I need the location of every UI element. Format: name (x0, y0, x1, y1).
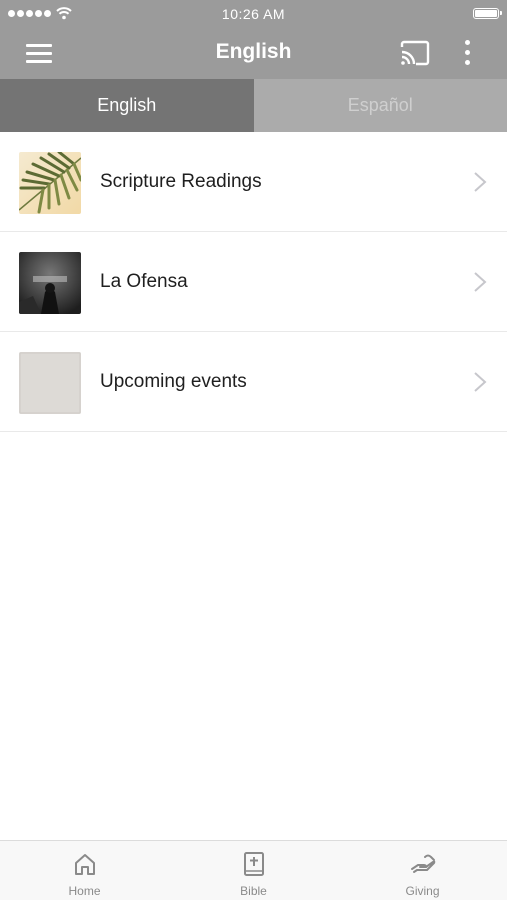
menu-button[interactable] (22, 40, 56, 66)
status-time: 10:26 AM (221, 6, 286, 22)
app-bar: English (0, 28, 507, 79)
bible-icon (243, 852, 264, 876)
list-item-upcoming-events[interactable]: Upcoming events (0, 332, 507, 432)
status-bar: 10:26 AM (0, 0, 507, 28)
bottom-navigation: Home Bible Giving (0, 840, 507, 900)
language-tabs: English Español (0, 79, 507, 132)
tab-english[interactable]: English (0, 79, 254, 132)
chevron-right-icon (474, 272, 487, 292)
nav-home[interactable]: Home (0, 841, 169, 900)
gray-placeholder-image (19, 352, 81, 414)
dark-sermon-image (19, 252, 81, 314)
nav-label: Bible (240, 884, 267, 898)
chevron-right-icon (474, 372, 487, 392)
tab-espanol[interactable]: Español (253, 79, 507, 132)
giving-hand-icon (410, 854, 435, 873)
cast-icon[interactable] (398, 38, 432, 68)
list-item-scripture-readings[interactable]: Scripture Readings (0, 132, 507, 232)
nav-label: Home (68, 884, 101, 898)
tab-label: English (97, 95, 157, 115)
content-list: Scripture Readings La Ofensa Upcoming ev… (0, 132, 507, 432)
nav-giving[interactable]: Giving (338, 841, 507, 900)
list-item-la-ofensa[interactable]: La Ofensa (0, 232, 507, 332)
list-item-label: Scripture Readings (100, 171, 262, 192)
home-icon (74, 854, 95, 875)
more-options-icon[interactable] (456, 38, 480, 68)
app-screen: 10:26 AM English English Español Scriptu… (0, 0, 507, 900)
list-item-label: Upcoming events (100, 371, 247, 392)
palm-leaf-image (19, 152, 81, 214)
chevron-right-icon (474, 172, 487, 192)
list-item-label: La Ofensa (100, 271, 188, 292)
nav-bible[interactable]: Bible (169, 841, 338, 900)
battery-icon (473, 8, 502, 19)
nav-label: Giving (405, 884, 440, 898)
tab-label: Español (347, 95, 413, 115)
